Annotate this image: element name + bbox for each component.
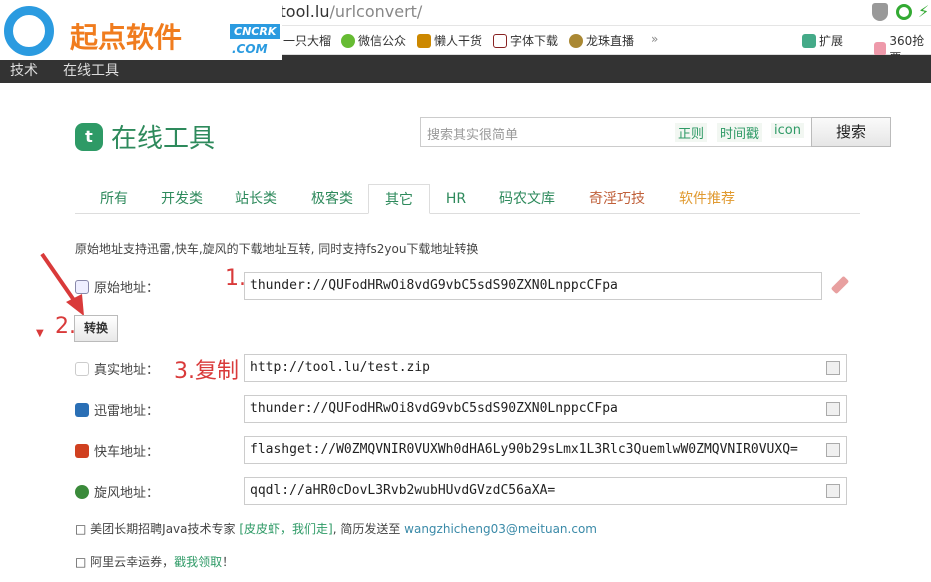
more-bookmarks[interactable]: »	[651, 32, 658, 46]
extensions-button[interactable]: 扩展	[802, 32, 843, 49]
refresh-icon[interactable]	[896, 4, 912, 20]
job-link[interactable]: [皮皮虾，我们走]	[239, 522, 332, 536]
wechat-icon	[341, 33, 355, 48]
copy-icon[interactable]	[826, 484, 840, 498]
extensions-icon	[802, 33, 816, 48]
thunder-label: 迅雷地址：	[75, 400, 159, 419]
search-input[interactable]: 搜索其实很简单 正则 时间戳 icon	[420, 117, 812, 147]
font-icon	[493, 33, 507, 48]
watermark-cn: CNCRK	[230, 24, 281, 39]
flashget-url-field[interactable]: flashget://W0ZMQVNIR0VUXWh0dHA6Ly90b29sL…	[244, 436, 847, 464]
triangle-marker: ▼	[36, 328, 44, 339]
qqdl-label: 旋风地址：	[75, 482, 159, 501]
logo-icon	[4, 6, 54, 56]
search-tag-timestamp[interactable]: 时间戳	[717, 123, 763, 142]
nav-online-tools[interactable]: 在线工具	[63, 60, 119, 80]
shield-icon[interactable]	[872, 3, 888, 21]
arrow-annotation	[40, 252, 84, 316]
tab-geek[interactable]: 极客类	[301, 184, 363, 214]
bookmark-item[interactable]: 龙珠直播	[569, 32, 634, 49]
job-ad: □ 美团长期招聘Java技术专家 [皮皮虾，我们走], 简历发送至 wangzh…	[75, 522, 597, 536]
convert-button[interactable]: 转换	[74, 315, 118, 342]
thunder-url-field[interactable]: thunder://QUFodHRwOi8vdG9vbC5sdS90ZXN0Ln…	[244, 395, 847, 423]
description: 原始地址支持迅雷,快车,旋风的下载地址互转, 同时支持fs2you下载地址转换	[75, 242, 479, 256]
ticket-icon	[874, 42, 887, 56]
eraser-icon[interactable]	[830, 275, 850, 295]
bookmark-item[interactable]: 一只大榴	[283, 32, 331, 49]
dragon-icon	[569, 33, 583, 48]
nav-tech[interactable]: 技术	[10, 60, 38, 80]
thunder-icon	[75, 402, 89, 417]
watermark-text: 起点软件	[70, 21, 183, 54]
tab-hr[interactable]: HR	[437, 184, 475, 214]
tab-dev[interactable]: 开发类	[151, 184, 213, 214]
qqdl-icon	[75, 484, 89, 499]
coupon-link[interactable]: 戳我领取	[174, 555, 222, 569]
tab-tricks[interactable]: 奇淫巧技	[579, 184, 655, 214]
real-url-field[interactable]: http://tool.lu/test.zip	[244, 354, 847, 382]
real-url-label: 真实地址：	[75, 359, 159, 378]
copy-icon[interactable]	[826, 361, 840, 375]
copy-icon[interactable]	[826, 402, 840, 416]
coupon-ad: □ 阿里云幸运券，戳我领取！	[75, 555, 235, 569]
flashget-label: 快车地址：	[75, 441, 159, 460]
bookmark-icon	[417, 33, 431, 48]
search-button[interactable]: 搜索	[811, 117, 891, 147]
original-url-input[interactable]: thunder://QUFodHRwOi8vdG9vbC5sdS90ZXN0Ln…	[244, 272, 822, 300]
tab-other[interactable]: 其它	[368, 184, 430, 214]
annotation-3: 3.复制	[174, 359, 239, 384]
tab-all[interactable]: 所有	[85, 184, 143, 214]
bookmark-item[interactable]: 懒人干货	[417, 32, 482, 49]
brand-icon: t	[75, 122, 103, 151]
search-tag-icon[interactable]: icon	[771, 123, 804, 138]
tab-software[interactable]: 软件推荐	[669, 184, 745, 214]
blank-file-icon	[75, 361, 89, 376]
qqdl-url-field[interactable]: qqdl://aHR0cDovL3Rvb2wubHUvdGVzdC56aXA=	[244, 477, 847, 505]
category-tabs: 所有 开发类 站长类 极客类 其它 HR 码农文库 奇淫巧技 软件推荐	[75, 184, 860, 214]
email-link[interactable]: wangzhicheng03@meituan.com	[404, 522, 597, 536]
site-brand[interactable]: t 在线工具	[75, 118, 215, 155]
search-placeholder: 搜索其实很简单	[427, 128, 519, 143]
copy-icon[interactable]	[826, 443, 840, 457]
brand-name: 在线工具	[111, 124, 216, 154]
watermark-com: .COM	[232, 42, 268, 56]
flashget-icon	[75, 443, 89, 458]
bookmark-item[interactable]: 微信公众	[341, 32, 406, 49]
watermark-logo: 起点软件 CNCRK .COM	[0, 0, 282, 60]
search-tag-regex[interactable]: 正则	[675, 123, 708, 142]
tab-webmaster[interactable]: 站长类	[225, 184, 287, 214]
annotation-1: 1.	[225, 266, 246, 291]
lightning-icon[interactable]: ⚡	[918, 2, 929, 21]
tab-library[interactable]: 码农文库	[489, 184, 565, 214]
annotation-2: 2.	[55, 314, 76, 339]
bookmark-item[interactable]: 字体下载	[493, 32, 558, 49]
